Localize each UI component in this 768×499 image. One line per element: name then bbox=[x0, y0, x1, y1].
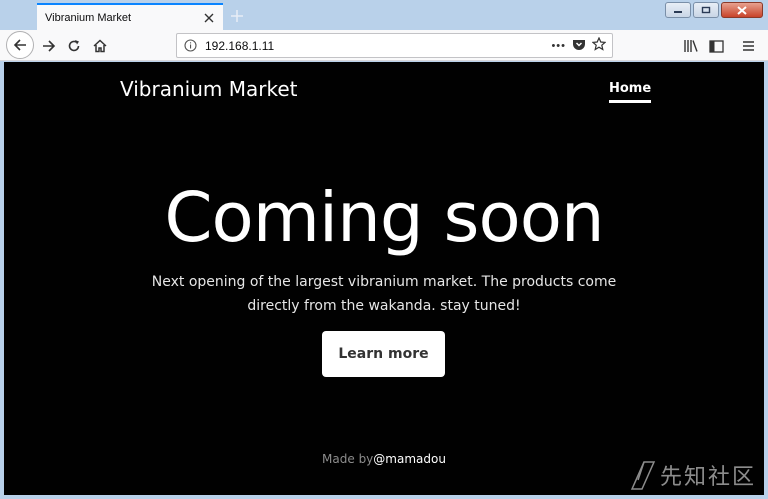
learn-more-button[interactable]: Learn more bbox=[322, 331, 445, 377]
url-actions: ••• bbox=[551, 36, 607, 55]
close-window-button[interactable] bbox=[721, 2, 763, 18]
url-bar[interactable]: 192.168.1.11 ••• bbox=[176, 33, 613, 58]
restore-button[interactable] bbox=[693, 2, 719, 18]
page-viewport: Vibranium Market Home Coming soon Next o… bbox=[4, 62, 764, 495]
pocket-icon[interactable] bbox=[572, 36, 586, 55]
bookmark-star-icon[interactable] bbox=[591, 36, 607, 55]
browser-tab[interactable]: Vibranium Market bbox=[37, 3, 223, 30]
minimize-button[interactable] bbox=[665, 2, 691, 18]
back-button[interactable] bbox=[6, 31, 34, 59]
tab-close-icon[interactable] bbox=[199, 8, 219, 28]
menu-icon[interactable] bbox=[735, 33, 761, 59]
window-controls bbox=[665, 2, 763, 18]
tab-strip: Vibranium Market bbox=[0, 0, 768, 30]
sidebar-icon[interactable] bbox=[703, 33, 729, 59]
library-icon[interactable] bbox=[678, 33, 704, 59]
info-icon[interactable] bbox=[179, 39, 201, 52]
hero-description: Next opening of the largest vibranium ma… bbox=[151, 274, 617, 314]
watermark: 先知社区 bbox=[630, 459, 756, 491]
new-tab-icon[interactable] bbox=[227, 6, 247, 26]
nav-link-home[interactable]: Home bbox=[609, 81, 652, 103]
window-frame-bottom bbox=[0, 495, 768, 499]
home-icon[interactable] bbox=[87, 33, 113, 59]
hero-title: Coming soon bbox=[164, 178, 604, 258]
forward-button[interactable] bbox=[36, 33, 62, 59]
watermark-text: 先知社区 bbox=[659, 465, 756, 490]
watermark-logo-icon bbox=[630, 461, 656, 490]
site-brand[interactable]: Vibranium Market bbox=[120, 77, 297, 101]
tab-title: Vibranium Market bbox=[45, 11, 131, 24]
url-text[interactable]: 192.168.1.11 bbox=[205, 39, 551, 53]
footer-author-link[interactable]: @mamadou bbox=[373, 452, 446, 466]
footer-prefix: Made by bbox=[322, 452, 374, 466]
navigation-toolbar: 192.168.1.11 ••• bbox=[0, 30, 768, 61]
reload-button[interactable] bbox=[61, 33, 87, 59]
page-actions-icon[interactable]: ••• bbox=[551, 40, 566, 52]
